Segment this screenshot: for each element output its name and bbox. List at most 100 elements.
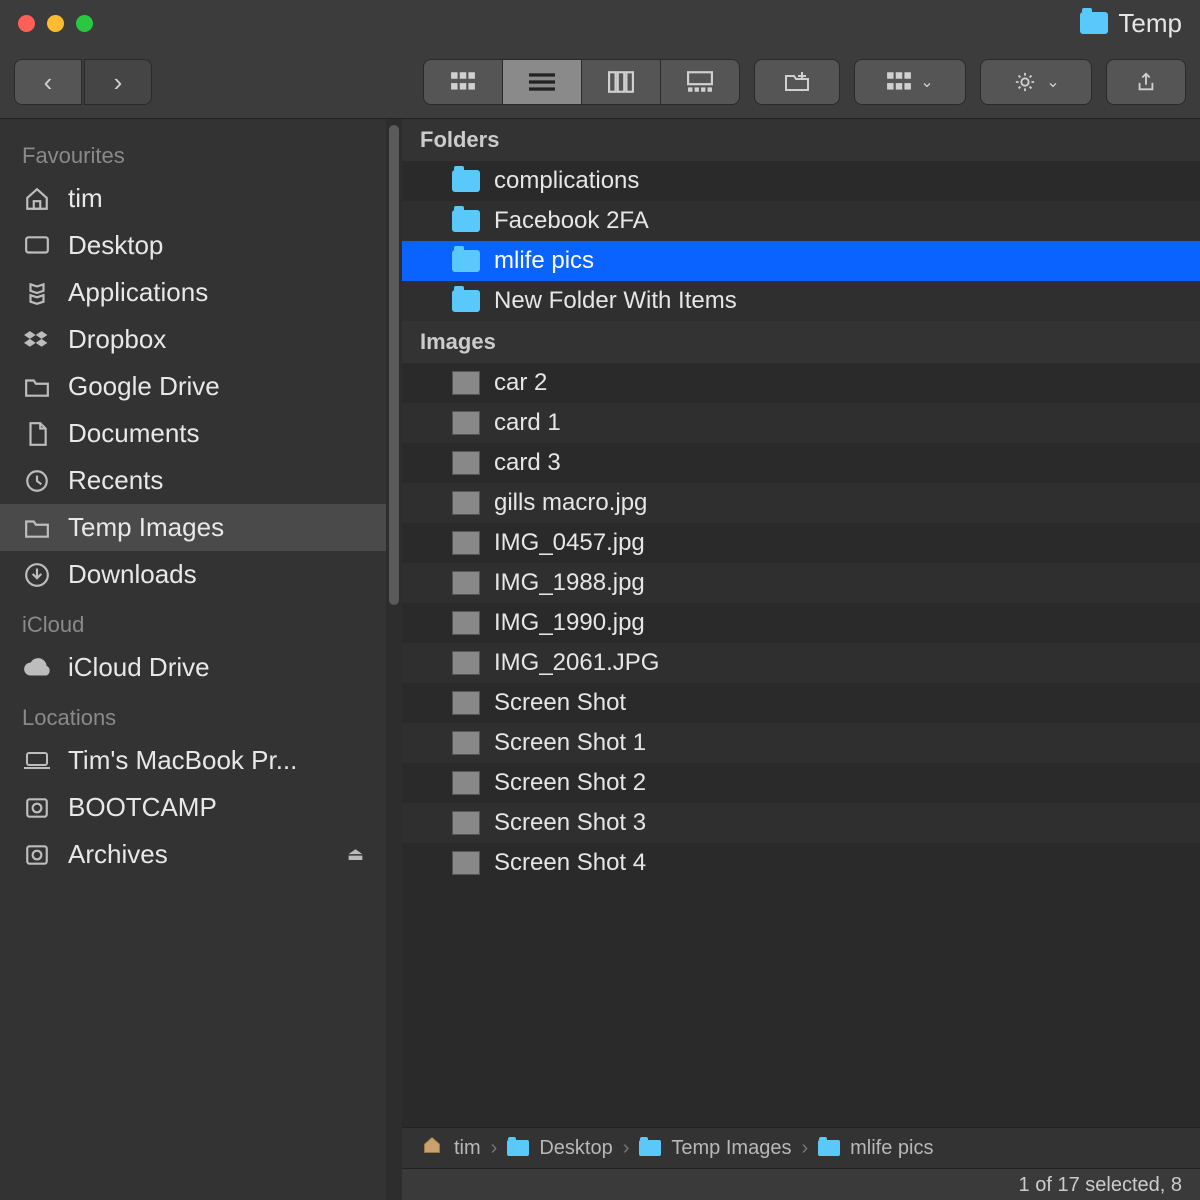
sidebar-section-label: iCloud <box>0 598 386 644</box>
forward-button[interactable]: › <box>84 59 152 105</box>
file-name: Screen Shot <box>494 689 626 717</box>
list-row[interactable]: complications <box>402 161 1200 201</box>
group-header: Folders <box>402 119 1200 161</box>
sidebar-item-label: Temp Images <box>68 512 224 543</box>
back-button[interactable]: ‹ <box>14 59 82 105</box>
sidebar-item[interactable]: Archives ⏏ <box>0 831 386 878</box>
sidebar-item-label: Archives <box>68 839 168 870</box>
file-list: Folders complications Facebook 2FA mlife pi… <box>402 119 1200 1127</box>
sidebar-item[interactable]: Google Drive <box>0 363 386 410</box>
sidebar-item[interactable]: Dropbox <box>0 316 386 363</box>
image-thumbnail-icon <box>452 411 480 435</box>
list-row[interactable]: Screen Shot 1 <box>402 723 1200 763</box>
image-thumbnail-icon <box>452 491 480 515</box>
list-row[interactable]: IMG_0457.jpg <box>402 523 1200 563</box>
list-row[interactable]: New Folder With Items <box>402 281 1200 321</box>
sidebar-item[interactable]: Applications <box>0 269 386 316</box>
folder-icon <box>452 170 480 192</box>
sidebar-item[interactable]: Temp Images <box>0 504 386 551</box>
list-row[interactable]: gills macro.jpg <box>402 483 1200 523</box>
sidebar-item-label: Dropbox <box>68 324 166 355</box>
path-segment[interactable]: Desktop <box>539 1137 612 1160</box>
laptop-icon <box>22 748 52 774</box>
sidebar-item[interactable]: Desktop <box>0 222 386 269</box>
chevron-left-icon: ‹ <box>44 69 53 95</box>
list-row[interactable]: car 2 <box>402 363 1200 403</box>
window-controls <box>18 15 93 32</box>
sidebar-item-label: BOOTCAMP <box>68 792 217 823</box>
list-row[interactable]: IMG_2061.JPG <box>402 643 1200 683</box>
image-thumbnail-icon <box>452 371 480 395</box>
path-segment[interactable]: tim <box>454 1137 481 1160</box>
action-menu-button[interactable]: ⌄ <box>980 59 1092 105</box>
sidebar-item-label: Downloads <box>68 559 197 590</box>
toolbar: ‹ › ⌄ ⌄ <box>0 46 1200 119</box>
new-folder-button[interactable] <box>754 59 840 105</box>
folder-icon <box>22 515 52 541</box>
file-name: IMG_0457.jpg <box>494 529 645 557</box>
list-row[interactable]: IMG_1988.jpg <box>402 563 1200 603</box>
icon-view-button[interactable] <box>423 59 502 105</box>
path-segment[interactable]: Temp Images <box>671 1137 791 1160</box>
file-name: Screen Shot 2 <box>494 769 646 797</box>
dropbox-icon <box>22 327 52 353</box>
folder-icon <box>1080 12 1108 34</box>
eject-icon[interactable]: ⏏ <box>347 844 364 865</box>
file-name: New Folder With Items <box>494 287 737 315</box>
path-segment[interactable]: mlife pics <box>850 1137 933 1160</box>
sidebar-item[interactable]: iCloud Drive <box>0 644 386 691</box>
scrollbar-thumb[interactable] <box>389 125 399 605</box>
sidebar-item[interactable]: Recents <box>0 457 386 504</box>
new-folder-icon <box>784 71 810 93</box>
list-row[interactable]: Screen Shot <box>402 683 1200 723</box>
chevron-down-icon: ⌄ <box>1046 72 1059 92</box>
list-row[interactable]: Screen Shot 2 <box>402 763 1200 803</box>
folder-icon <box>452 210 480 232</box>
list-row[interactable]: IMG_1990.jpg <box>402 603 1200 643</box>
file-name: IMG_1990.jpg <box>494 609 645 637</box>
list-row[interactable]: Screen Shot 3 <box>402 803 1200 843</box>
group-by-button[interactable]: ⌄ <box>854 59 966 105</box>
file-name: card 3 <box>494 449 561 477</box>
column-view-button[interactable] <box>581 59 660 105</box>
sidebar-item[interactable]: Documents <box>0 410 386 457</box>
status-text: 1 of 17 selected, 8 <box>1019 1174 1182 1197</box>
sidebar-item[interactable]: Tim's MacBook Pr... <box>0 737 386 784</box>
sidebar-item[interactable]: tim <box>0 175 386 222</box>
list-row[interactable]: card 3 <box>402 443 1200 483</box>
list-row[interactable]: Screen Shot 4 <box>402 843 1200 883</box>
share-button[interactable] <box>1106 59 1186 105</box>
window-title-area: Temp <box>1080 8 1182 39</box>
file-name: complications <box>494 167 639 195</box>
desktop-icon <box>22 233 52 259</box>
zoom-button[interactable] <box>76 15 93 32</box>
sidebar-item[interactable]: BOOTCAMP <box>0 784 386 831</box>
minimize-button[interactable] <box>47 15 64 32</box>
sidebar-item-label: Tim's MacBook Pr... <box>68 745 297 776</box>
list-row[interactable]: card 1 <box>402 403 1200 443</box>
sidebar-item-label: iCloud Drive <box>68 652 210 683</box>
gallery-view-button[interactable] <box>660 59 740 105</box>
cloud-icon <box>22 655 52 681</box>
doc-icon <box>22 421 52 447</box>
image-thumbnail-icon <box>452 531 480 555</box>
sidebar-scrollbar[interactable] <box>386 119 402 1200</box>
list-row[interactable]: Facebook 2FA <box>402 201 1200 241</box>
sidebar-item[interactable]: Downloads <box>0 551 386 598</box>
list-row[interactable]: mlife pics <box>402 241 1200 281</box>
finder-window: Temp ‹ › ⌄ <box>0 0 1200 1200</box>
list-view-button[interactable] <box>502 59 581 105</box>
sidebar-item-label: tim <box>68 183 103 214</box>
sidebar-section-label: Favourites <box>0 129 386 175</box>
grid-icon <box>450 71 476 93</box>
chevron-down-icon: ⌄ <box>920 72 933 92</box>
file-name: mlife pics <box>494 247 594 275</box>
folder-icon <box>639 1140 661 1156</box>
folder-icon <box>507 1140 529 1156</box>
close-button[interactable] <box>18 15 35 32</box>
sidebar-item-label: Documents <box>68 418 200 449</box>
gallery-icon <box>687 71 713 93</box>
file-name: Screen Shot 3 <box>494 809 646 837</box>
sidebar-section-label: Locations <box>0 691 386 737</box>
recents-icon <box>22 468 52 494</box>
